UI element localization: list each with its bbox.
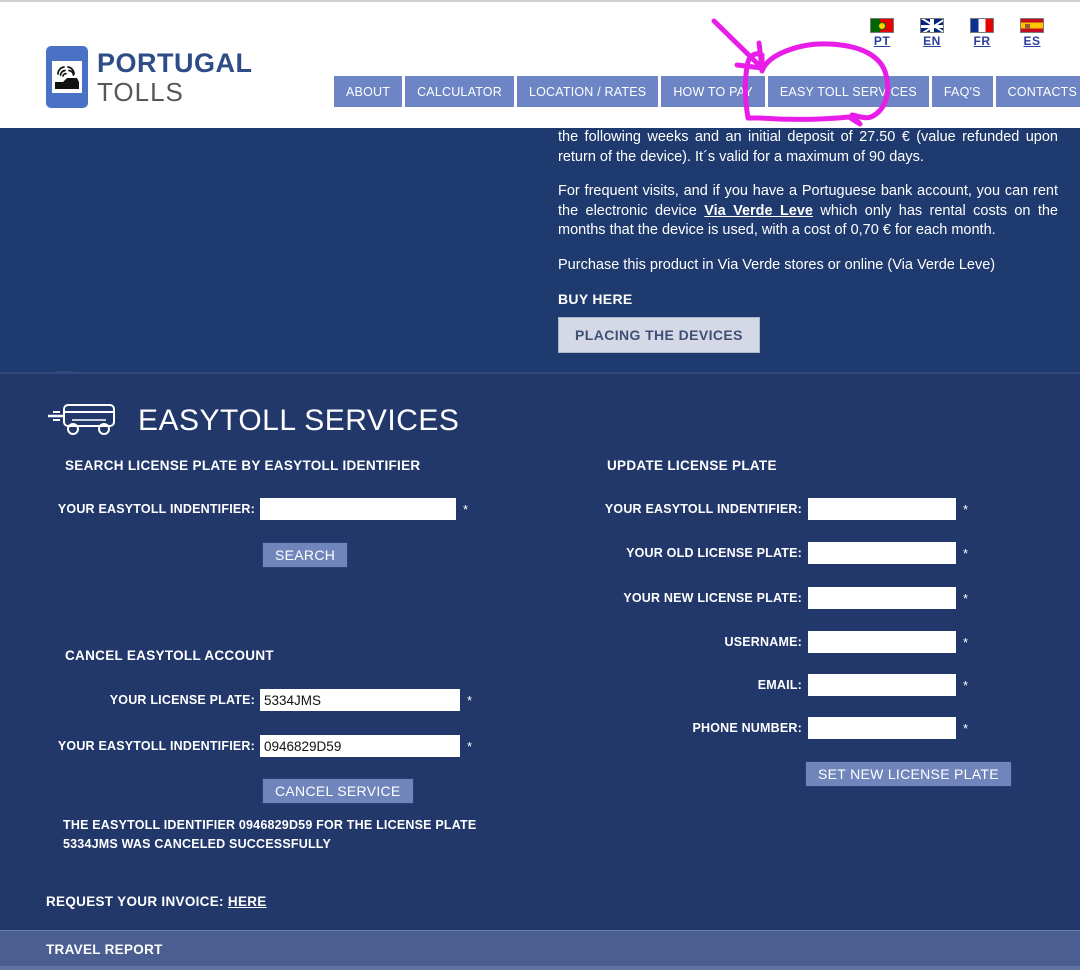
cancel-plate-row: YOUR LICENSE PLATE: *: [0, 689, 500, 711]
travel-report-bar[interactable]: TRAVEL REPORT: [0, 930, 1080, 967]
cancel-identifier-input[interactable]: [260, 735, 460, 757]
update-username-required-mark: *: [963, 634, 969, 650]
update-email-required-mark: *: [963, 677, 969, 693]
brand-name-primary: PORTUGAL: [97, 47, 253, 78]
update-username-input[interactable]: [808, 631, 956, 653]
spain-flag-icon: [1020, 18, 1044, 33]
language-label-pt: PT: [873, 34, 891, 48]
update-email-row: EMAIL: *: [540, 674, 1040, 696]
update-phone-input[interactable]: [808, 717, 956, 739]
search-identifier-label: YOUR EASYTOLL INDENTIFIER:: [57, 502, 255, 516]
buy-here-label: BUY HERE: [558, 291, 633, 308]
cancel-plate-required-mark: *: [467, 692, 473, 708]
update-phone-label: PHONE NUMBER:: [692, 721, 802, 735]
page-bottom-rule: [0, 966, 1080, 970]
page-title: EASYTOLL SERVICES: [46, 400, 459, 441]
intro-paragraph-3: Purchase this product in Via Verde store…: [558, 256, 996, 273]
update-identifier-label: YOUR EASYTOLL INDENTIFIER:: [604, 502, 802, 516]
update-new-plate-row: YOUR NEW LICENSE PLATE: *: [540, 587, 1040, 609]
nav-item-contacts[interactable]: CONTACTS: [995, 76, 1080, 107]
update-email-label: EMAIL:: [757, 678, 802, 692]
nav-item-calculator[interactable]: CALCULATOR: [405, 76, 514, 107]
travel-report-label: TRAVEL REPORT: [46, 942, 163, 957]
cancel-identifier-row: YOUR EASYTOLL INDENTIFIER: *: [0, 735, 500, 757]
set-new-license-plate-button[interactable]: SET NEW LICENSE PLATE: [805, 761, 1012, 787]
update-old-plate-required-mark: *: [963, 545, 969, 561]
intro-text-block: the following weeks and an initial depos…: [558, 128, 1058, 354]
update-new-plate-input[interactable]: [808, 587, 956, 609]
update-identifier-required-mark: *: [963, 501, 969, 517]
update-old-plate-input[interactable]: [808, 542, 956, 564]
search-identifier-input[interactable]: [260, 498, 456, 520]
united-kingdom-flag-icon: [920, 18, 944, 33]
nav-item-about[interactable]: ABOUT: [334, 76, 403, 107]
update-username-row: USERNAME: *: [540, 631, 1040, 653]
cancel-identifier-required-mark: *: [467, 738, 473, 754]
via-verde-leve-link[interactable]: Via Verde Leve: [704, 203, 813, 219]
site-logo[interactable]: PORTUGAL TOLLS: [46, 46, 253, 108]
language-switcher: PT EN FR ES: [868, 18, 1046, 48]
update-email-input[interactable]: [808, 674, 956, 696]
update-old-plate-label: YOUR OLD LICENSE PLATE:: [626, 546, 802, 560]
search-button[interactable]: SEARCH: [262, 542, 349, 568]
update-username-label: USERNAME:: [724, 635, 802, 649]
nav-item-location-rates[interactable]: LOCATION / RATES: [516, 76, 659, 107]
easytoll-card-on-wheels-icon: [46, 400, 124, 441]
intro-panel: the following weeks and an initial depos…: [0, 128, 1080, 372]
nav-item-how-to-pay[interactable]: HOW TO PAY: [661, 76, 765, 107]
update-new-plate-label: YOUR NEW LICENSE PLATE:: [623, 591, 802, 605]
update-phone-row: PHONE NUMBER: *: [540, 717, 1040, 739]
language-option-fr[interactable]: FR: [968, 18, 996, 48]
request-invoice-link[interactable]: HERE: [228, 894, 267, 909]
language-option-es[interactable]: ES: [1018, 18, 1046, 48]
update-new-plate-required-mark: *: [963, 590, 969, 606]
page-title-text: EASYTOLL SERVICES: [138, 403, 460, 437]
search-identifier-row: YOUR EASYTOLL INDENTIFIER: *: [0, 498, 500, 520]
request-invoice-row: REQUEST YOUR INVOICE: HERE: [46, 894, 267, 909]
update-identifier-row: YOUR EASYTOLL INDENTIFIER: *: [540, 498, 1040, 520]
cancel-plate-label: YOUR LICENSE PLATE:: [109, 693, 255, 707]
nav-item-faqs[interactable]: FAQ'S: [931, 76, 993, 107]
update-identifier-input[interactable]: [808, 498, 956, 520]
language-label-fr: FR: [973, 34, 991, 48]
request-invoice-label: REQUEST YOUR INVOICE:: [46, 894, 224, 909]
cancel-status-message: THE EASYTOLL IDENTIFIER 0946829D59 FOR T…: [63, 818, 477, 851]
update-form-heading: UPDATE LICENSE PLATE: [607, 458, 777, 473]
placing-the-devices-button[interactable]: PLACING THE DEVICES: [558, 317, 760, 354]
update-phone-required-mark: *: [963, 720, 969, 736]
language-label-es: ES: [1023, 34, 1041, 48]
cancel-form-heading: CANCEL EASYTOLL ACCOUNT: [65, 648, 274, 663]
main-navigation: ABOUT CALCULATOR LOCATION / RATES HOW TO…: [334, 76, 1080, 107]
toll-gantry-car-icon: [46, 46, 88, 108]
cancel-identifier-label: YOUR EASYTOLL INDENTIFIER:: [57, 739, 255, 753]
search-form-heading: SEARCH LICENSE PLATE BY EASYTOLL IDENTIF…: [65, 458, 421, 473]
nav-item-easy-toll-services[interactable]: EASY TOLL SERVICES: [767, 76, 929, 107]
intro-paragraph-2: For frequent visits, and if you have a P…: [558, 182, 1058, 241]
update-old-plate-row: YOUR OLD LICENSE PLATE: *: [540, 542, 1040, 564]
portugal-flag-icon: [870, 18, 894, 33]
intro-paragraph-1: the following weeks and an initial depos…: [558, 129, 1058, 165]
language-label-en: EN: [923, 34, 941, 48]
search-identifier-required-mark: *: [463, 501, 469, 517]
site-header: PORTUGAL TOLLS ABOUT CALCULATOR LOCATION…: [0, 6, 1080, 128]
brand-name-secondary: TOLLS: [97, 76, 184, 107]
france-flag-icon: [970, 18, 994, 33]
cancel-plate-input[interactable]: [260, 689, 460, 711]
language-option-en[interactable]: EN: [918, 18, 946, 48]
language-option-pt[interactable]: PT: [868, 18, 896, 48]
page-root: PORTUGAL TOLLS ABOUT CALCULATOR LOCATION…: [0, 0, 1080, 970]
cancel-service-button[interactable]: CANCEL SERVICE: [262, 778, 414, 804]
easytoll-services-panel: EASYTOLL SERVICES SEARCH LICENSE PLATE B…: [0, 374, 1080, 930]
